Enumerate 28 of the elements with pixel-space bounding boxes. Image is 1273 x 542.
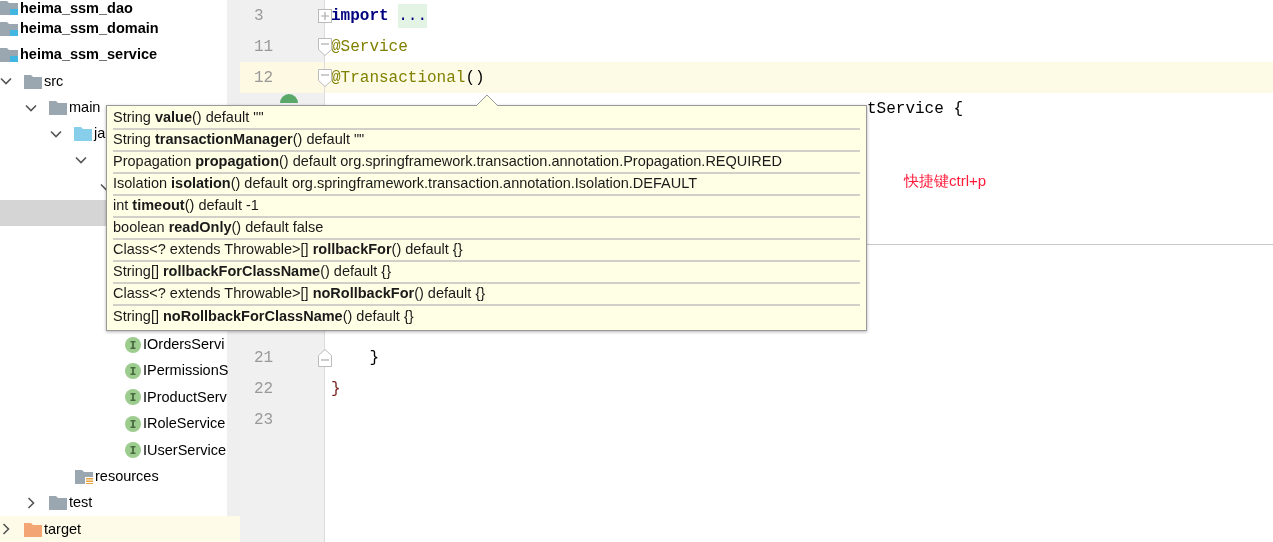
- line-number: 22: [254, 378, 274, 400]
- line-number: 23: [254, 409, 274, 431]
- tree-item-label: target: [44, 520, 82, 538]
- tree-item-label: heima_ssm_dao: [20, 0, 133, 17]
- code-keyword: import: [331, 5, 389, 27]
- tree-item-label: IUserService: [143, 441, 226, 459]
- tree-item-label: src: [44, 72, 64, 90]
- line-number: 12: [254, 67, 274, 89]
- tree-item-label: heima_ssm_service: [20, 46, 158, 64]
- code-text: }: [331, 378, 341, 400]
- line-number: 11: [254, 36, 274, 58]
- tree-item-label: heima_ssm_domain: [20, 20, 159, 37]
- tree-item-label: IPermissionS: [143, 362, 229, 380]
- annotation-note: 快捷键ctrl+p: [904, 171, 987, 191]
- tree-item-label: test: [69, 494, 93, 512]
- tree-item-label: resources: [95, 467, 159, 485]
- code-text: (): [465, 67, 485, 89]
- tree-item-label: IProductServ: [143, 388, 227, 406]
- tree-item-label: IRoleService: [143, 415, 226, 433]
- code-annotation: @Transactional: [331, 67, 466, 89]
- tree-item-label: IOrdersServi: [143, 336, 225, 354]
- code-text: }: [369, 347, 379, 369]
- code-annotation: @Service: [331, 36, 408, 58]
- code-text: tService {: [867, 98, 963, 120]
- tree-item-label: main: [69, 99, 101, 117]
- line-number: 3: [254, 5, 264, 27]
- tree-item-label: ja: [94, 125, 106, 143]
- line-number: 21: [254, 347, 274, 369]
